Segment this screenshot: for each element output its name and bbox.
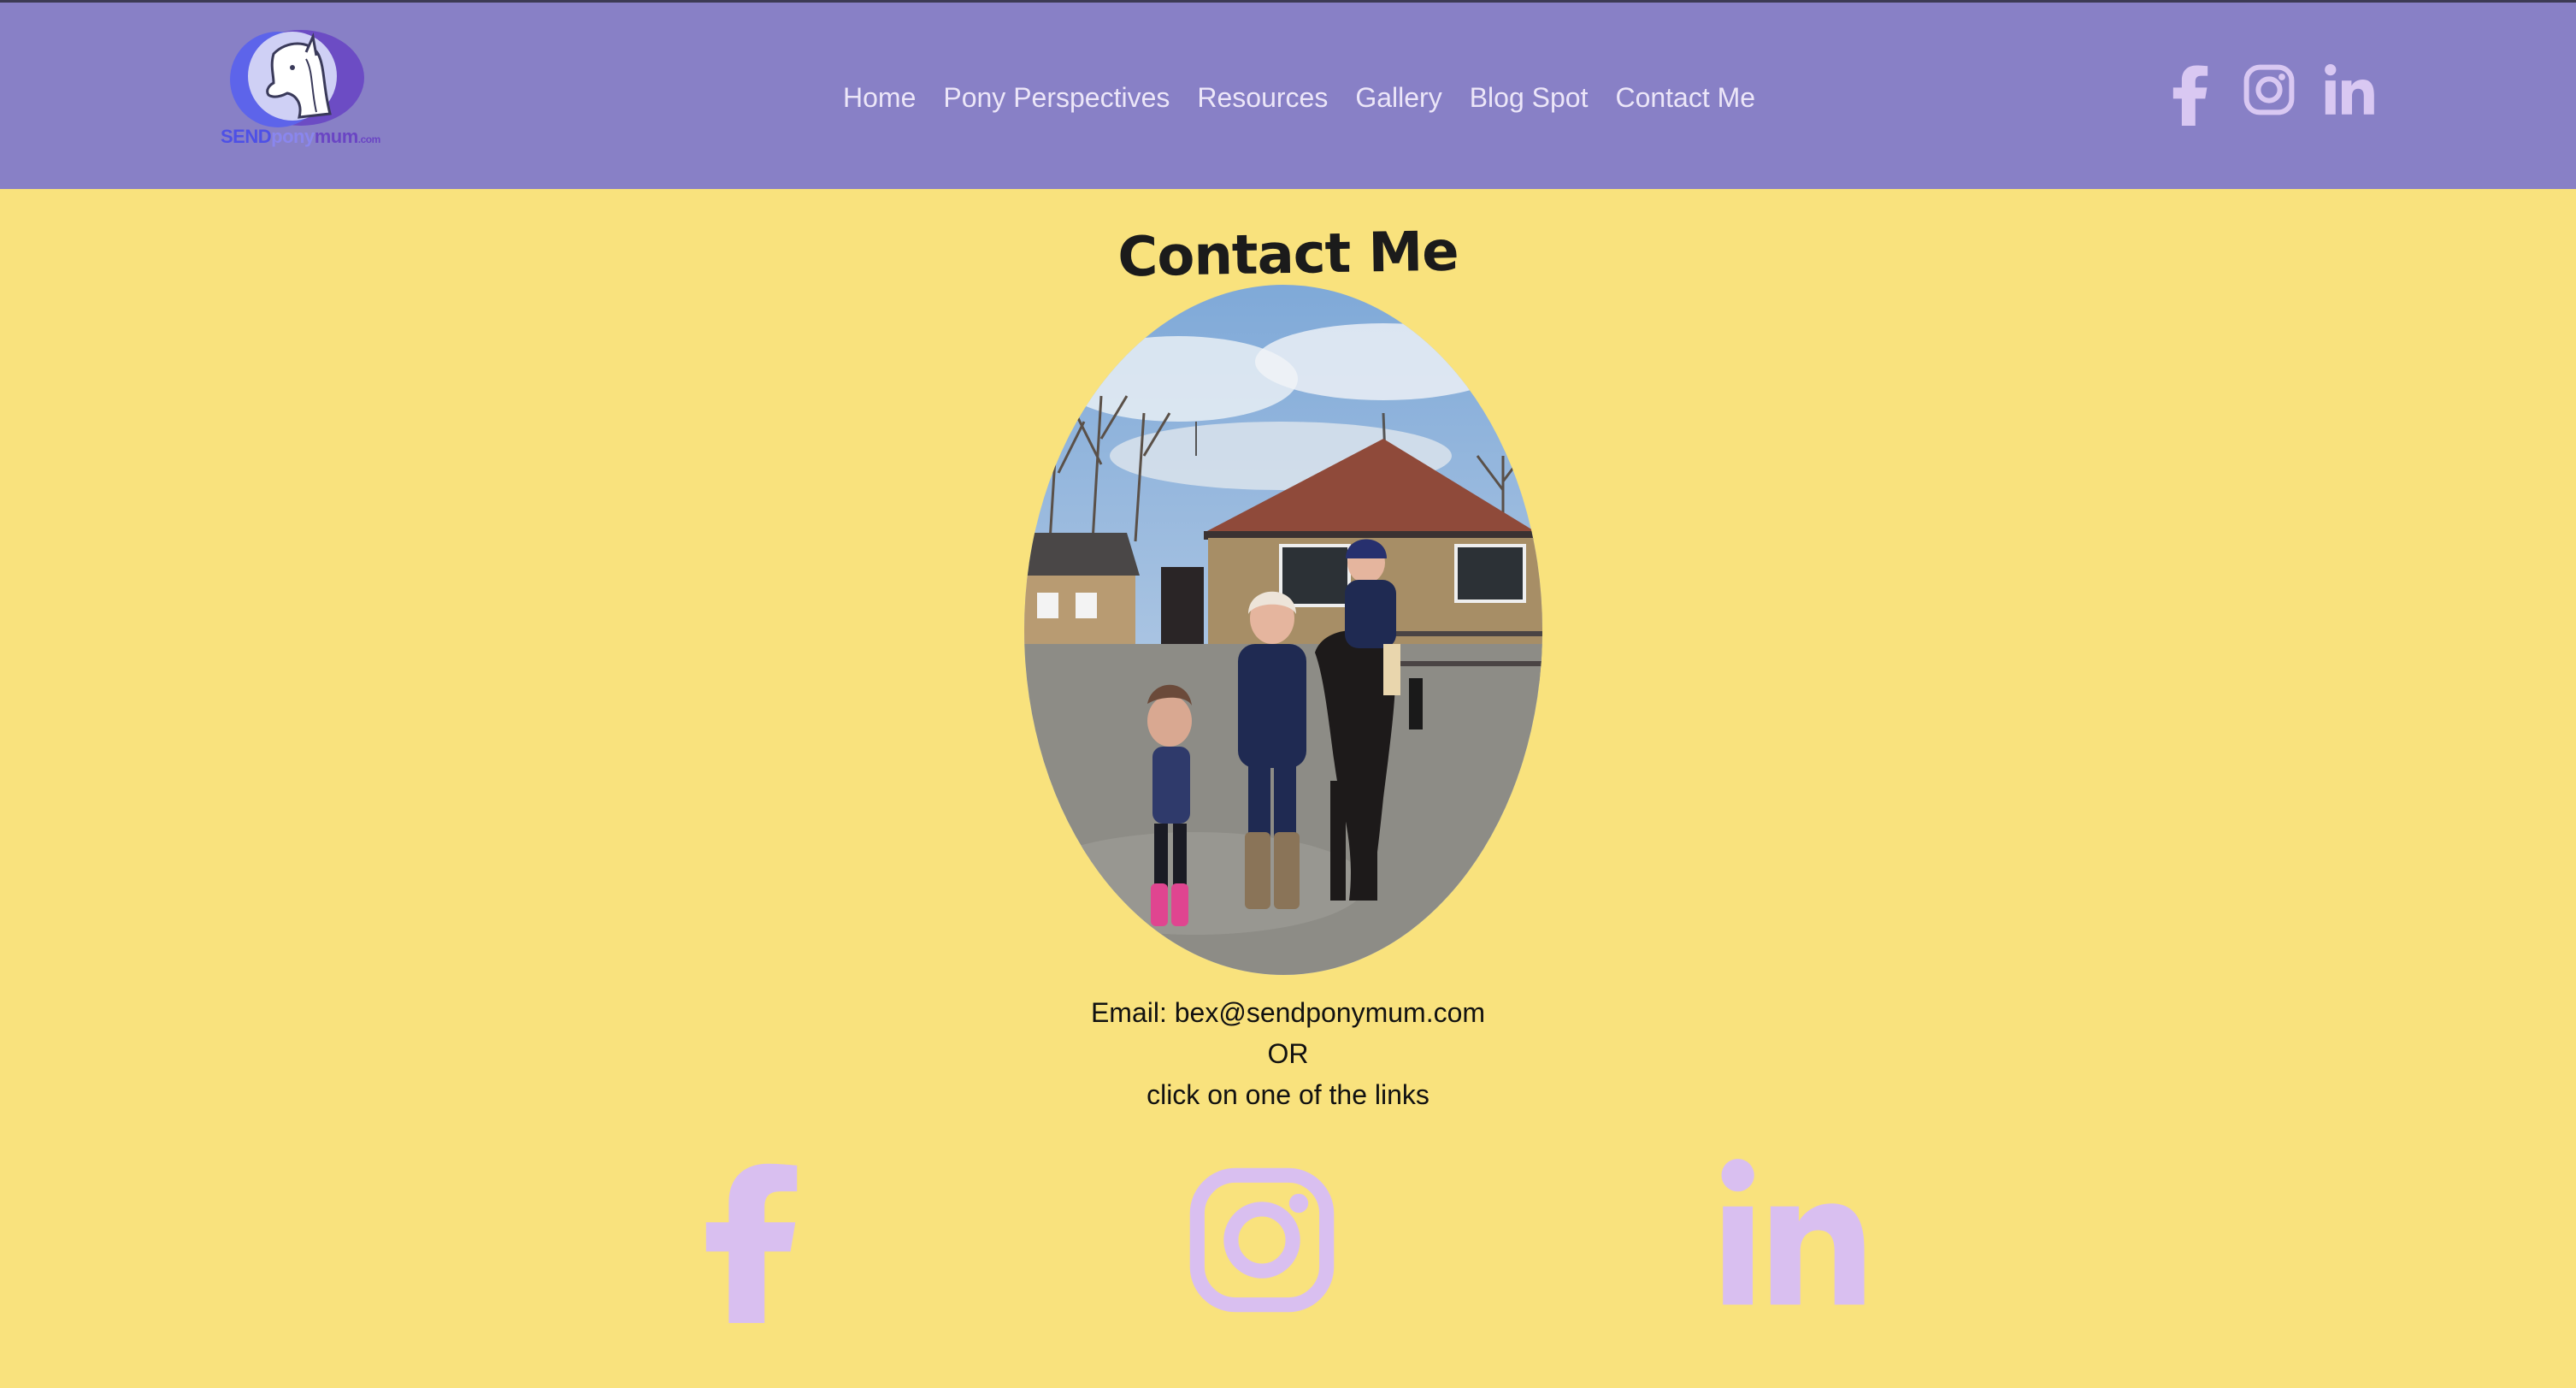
nav-pony-perspectives[interactable]: Pony Perspectives	[943, 82, 1170, 114]
nav-home[interactable]: Home	[843, 82, 916, 114]
footer-linkedin-link[interactable]	[1718, 1158, 1867, 1308]
contact-details: Email: bex@sendponymum.com OR click on o…	[0, 992, 2576, 1115]
contact-photo	[1024, 285, 1542, 975]
footer-facebook-link[interactable]	[703, 1158, 800, 1326]
horse-head-logo-icon	[230, 30, 364, 127]
nav-resources[interactable]: Resources	[1197, 82, 1328, 114]
linkedin-icon	[2325, 64, 2374, 115]
linkedin-icon	[1721, 1159, 1865, 1305]
nav-gallery[interactable]: Gallery	[1355, 82, 1441, 114]
email-line[interactable]: Email: bex@sendponymum.com	[0, 992, 2576, 1033]
header-facebook-link[interactable]	[2172, 64, 2209, 126]
facebook-icon	[2172, 65, 2208, 126]
nav-contact-me[interactable]: Contact Me	[1615, 82, 1755, 114]
instagram-icon	[1189, 1167, 1335, 1313]
header-linkedin-link[interactable]	[2324, 64, 2375, 115]
family-with-pony-photo	[1024, 285, 1542, 975]
facebook-icon	[705, 1163, 798, 1323]
nav-blog-spot[interactable]: Blog Spot	[1470, 82, 1589, 114]
or-line: OR	[1267, 1038, 1309, 1069]
site-logo[interactable]: SENDponymum.com	[214, 28, 385, 157]
header-instagram-link[interactable]	[2243, 64, 2295, 115]
links-line: click on one of the links	[1147, 1079, 1429, 1110]
logo-wordmark: SENDponymum.com	[221, 126, 380, 147]
site-header: SENDponymum.com Home Pony Perspectives R…	[0, 3, 2576, 189]
main-nav: Home Pony Perspectives Resources Gallery…	[843, 76, 1755, 119]
instagram-icon	[2243, 64, 2295, 115]
footer-instagram-link[interactable]	[1188, 1167, 1335, 1314]
